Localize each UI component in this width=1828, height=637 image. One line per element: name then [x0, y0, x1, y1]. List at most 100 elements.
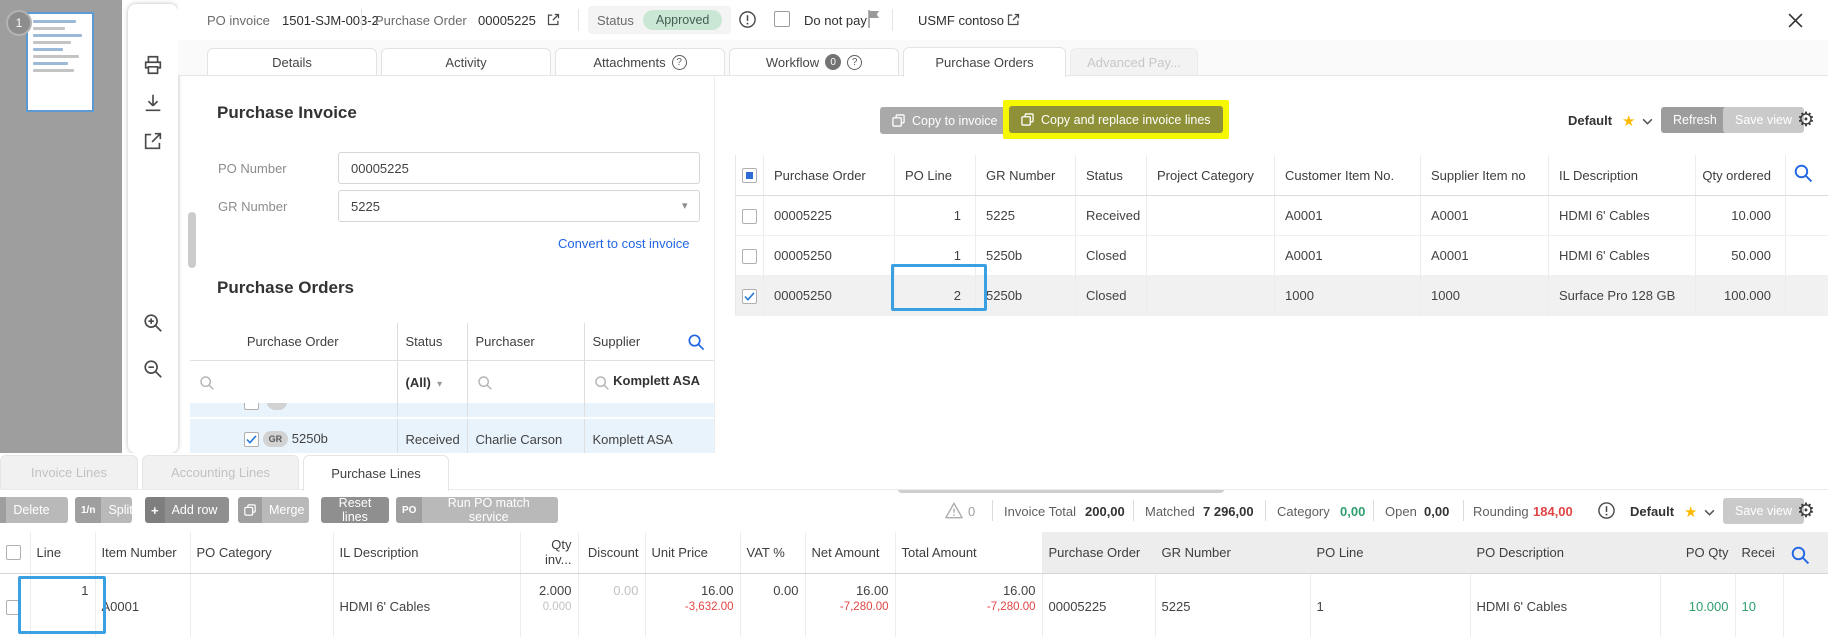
open-in-new-icon[interactable]: [142, 130, 164, 152]
mini-col-purchase-order[interactable]: Purchase Order: [190, 323, 397, 361]
tab-invoice-lines[interactable]: Invoice Lines: [0, 455, 138, 489]
col-net-amount[interactable]: Net Amount: [805, 532, 895, 573]
po-invoice-label: PO invoice: [207, 13, 270, 28]
col-project-category[interactable]: Project Category: [1147, 155, 1275, 196]
invoice-line-row-1[interactable]: 1 A0001 HDMI 6' Cables 2.000 0.000 0.00 …: [0, 573, 1828, 637]
bottom-view-selector-label[interactable]: Default: [1630, 504, 1674, 519]
col-unit-price[interactable]: Unit Price: [645, 532, 740, 573]
split-button[interactable]: 1/n Split: [75, 497, 132, 523]
tab-workflow[interactable]: Workflow 0 ?: [729, 48, 899, 75]
save-view-button[interactable]: Save view: [1723, 107, 1804, 133]
col-qty-ordered[interactable]: Qty ordered: [1696, 155, 1786, 196]
col-customer-item[interactable]: Customer Item No.: [1275, 155, 1421, 196]
col-received[interactable]: Recei: [1735, 532, 1783, 573]
col-qty-invoiced[interactable]: Qty inv...: [520, 532, 578, 573]
row-checkbox[interactable]: [742, 209, 757, 224]
split-icon: 1/n: [75, 497, 101, 523]
gear-icon[interactable]: ⚙: [1797, 501, 1815, 521]
gear-icon[interactable]: ⚙: [1797, 110, 1815, 130]
grid-search-icon[interactable]: [1792, 162, 1813, 183]
delete-button[interactable]: ✕ Delete: [0, 497, 68, 523]
zoom-out-icon[interactable]: [142, 358, 164, 380]
col-discount[interactable]: Discount: [578, 532, 645, 573]
select-all-checkbox[interactable]: [6, 545, 21, 560]
col-po-line[interactable]: PO Line: [1310, 532, 1470, 573]
open-purchase-order-icon[interactable]: [546, 12, 561, 27]
gr-number-input[interactable]: [338, 190, 700, 222]
mini-filter-purchaser[interactable]: [467, 361, 584, 404]
bottom-grid-search-icon[interactable]: [1789, 544, 1810, 565]
col-item-number[interactable]: Item Number: [95, 532, 190, 573]
row-checkbox[interactable]: [244, 403, 259, 410]
flag-icon[interactable]: [866, 9, 882, 29]
po-number-input[interactable]: [338, 152, 700, 184]
cell-qty: 2.000 0.000: [520, 573, 578, 637]
col-purchase-order[interactable]: Purchase Order: [1042, 532, 1155, 573]
col-status[interactable]: Status: [1076, 155, 1147, 196]
col-purchase-order[interactable]: Purchase Order: [764, 155, 895, 196]
col-gr-number[interactable]: GR Number: [1155, 532, 1310, 573]
alert-circle-icon: [1597, 501, 1616, 520]
chevron-down-icon[interactable]: [1642, 118, 1653, 125]
cell-total: 16.00 -7,280.00: [895, 573, 1042, 637]
mini-filter-status[interactable]: (All) ▾: [397, 361, 467, 404]
zoom-in-icon[interactable]: [142, 312, 164, 334]
copy-to-invoice-button[interactable]: Copy to invoice: [880, 107, 1009, 134]
mini-grid-search-icon[interactable]: [686, 332, 705, 351]
mini-col-purchaser[interactable]: Purchaser: [467, 323, 584, 361]
copy-and-replace-invoice-lines-button[interactable]: Copy and replace invoice lines: [1009, 106, 1223, 133]
row-checkbox-checked[interactable]: [244, 432, 259, 447]
bottom-save-view-button[interactable]: Save view: [1723, 498, 1804, 524]
refresh-button[interactable]: Refresh: [1661, 107, 1729, 133]
col-total-amount[interactable]: Total Amount: [895, 532, 1042, 573]
download-icon[interactable]: [142, 92, 164, 114]
mini-filter-po[interactable]: [190, 361, 397, 404]
merge-button[interactable]: Merge: [238, 497, 309, 523]
help-icon: ?: [847, 55, 862, 70]
col-supplier-item[interactable]: Supplier Item no: [1421, 155, 1549, 196]
col-gr-number[interactable]: GR Number: [976, 155, 1076, 196]
col-il-description[interactable]: IL Description: [1549, 155, 1696, 196]
do-not-pay-checkbox[interactable]: [774, 11, 790, 27]
mini-grid-partial-row[interactable]: [190, 403, 714, 418]
tab-attachments[interactable]: Attachments ?: [555, 48, 725, 75]
col-line[interactable]: Line: [30, 532, 95, 573]
open-company-icon[interactable]: [1006, 12, 1021, 27]
tab-accounting-lines[interactable]: Accounting Lines: [142, 455, 299, 489]
page-thumbnail[interactable]: [26, 12, 94, 112]
row-checkbox-checked[interactable]: [742, 289, 757, 304]
run-po-match-button[interactable]: PO Run PO match service: [396, 497, 558, 523]
tab-activity[interactable]: Activity: [381, 48, 551, 75]
col-il-description[interactable]: IL Description: [333, 532, 520, 573]
gr-badge: GR: [263, 431, 289, 447]
warning-count: 0: [968, 504, 975, 519]
po-grid-row-1[interactable]: 00005225 1 5225 Received A0001 A0001 HDM…: [736, 196, 1828, 236]
mini-filter-supplier[interactable]: Komplett ASA: [584, 361, 714, 404]
star-icon[interactable]: ★: [1684, 503, 1697, 521]
convert-to-cost-invoice-link[interactable]: Convert to cost invoice: [558, 236, 690, 251]
mini-col-status[interactable]: Status: [397, 323, 467, 361]
tab-purchase-lines[interactable]: Purchase Lines: [303, 455, 449, 491]
col-po-category[interactable]: PO Category: [190, 532, 333, 573]
reset-lines-button[interactable]: Reset lines: [321, 497, 389, 523]
col-po-line[interactable]: PO Line: [895, 155, 976, 196]
row-checkbox[interactable]: [742, 249, 757, 264]
print-icon[interactable]: [142, 54, 164, 76]
left-panel-scrollbar[interactable]: [188, 212, 196, 268]
col-po-description[interactable]: PO Description: [1470, 532, 1660, 573]
star-icon[interactable]: ★: [1622, 112, 1635, 130]
add-row-button[interactable]: + Add row: [145, 497, 229, 523]
tab-details[interactable]: Details: [207, 48, 377, 75]
col-vat[interactable]: VAT %: [740, 532, 805, 573]
view-selector-label[interactable]: Default: [1568, 113, 1612, 128]
cell-project: [1147, 196, 1275, 236]
rounding-value: 184,00: [1533, 504, 1573, 519]
chevron-down-icon[interactable]: ▾: [682, 199, 688, 212]
col-po-qty[interactable]: PO Qty: [1660, 532, 1735, 573]
tab-purchase-orders[interactable]: Purchase Orders: [903, 47, 1066, 77]
chevron-down-icon[interactable]: [1704, 509, 1715, 516]
select-all-checkbox[interactable]: [742, 168, 757, 183]
alert-circle-icon: [738, 10, 757, 29]
close-icon[interactable]: [1788, 13, 1803, 28]
invoice-total-value: 200,00: [1085, 504, 1125, 519]
